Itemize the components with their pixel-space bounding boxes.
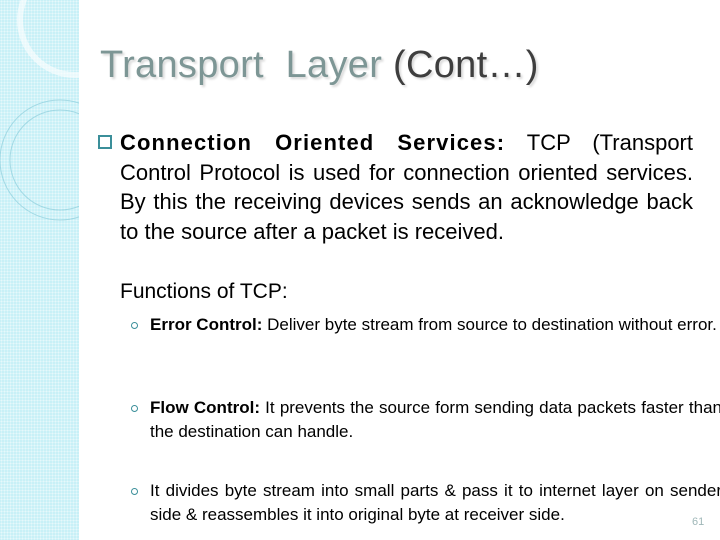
- slide-title: Transport Layer (Cont…): [100, 44, 539, 87]
- sub-bullet-label: Flow Control:: [150, 398, 260, 417]
- main-bullet-label: Connection Oriented Services:: [120, 130, 506, 155]
- circle-bullet-icon: [131, 322, 138, 329]
- sub-bullet-label: Error Control:: [150, 315, 263, 334]
- sub-bullet-text: Deliver byte stream from source to desti…: [262, 315, 717, 334]
- sub-bullet-segmentation: It divides byte stream into small parts …: [131, 479, 720, 527]
- square-bullet-icon: [98, 135, 112, 149]
- title-main: Transport Layer: [100, 44, 394, 86]
- decorative-arcs: [0, 0, 79, 221]
- sub-bullet-flow-control: Flow Control: It prevents the source for…: [131, 396, 720, 444]
- functions-heading: Functions of TCP:: [120, 280, 288, 303]
- decorative-side-strip: [0, 0, 79, 540]
- main-bullet: Connection Oriented Services: TCP (Trans…: [98, 128, 693, 246]
- circle-bullet-icon: [131, 405, 138, 412]
- sub-bullet-error-control: Error Control: Deliver byte stream from …: [131, 313, 720, 337]
- title-cont: (Cont…): [393, 44, 539, 86]
- sub-bullet-text: It divides byte stream into small parts …: [150, 481, 720, 524]
- circle-bullet-icon: [131, 488, 138, 495]
- page-number: 61: [692, 516, 705, 528]
